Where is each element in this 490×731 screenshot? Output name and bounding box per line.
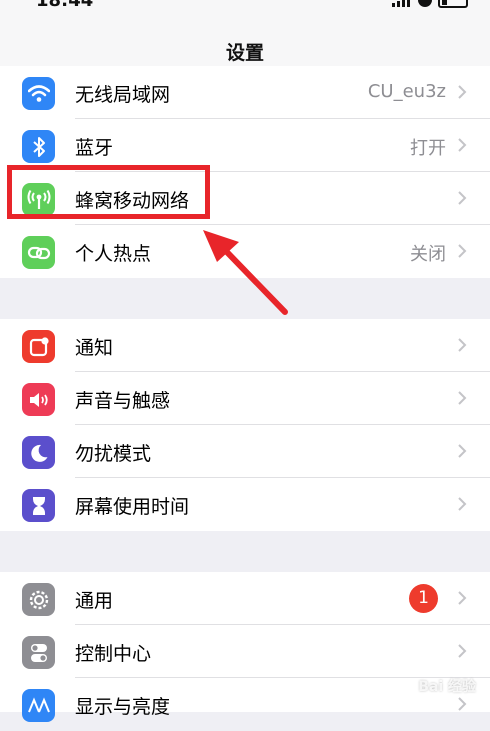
battery-icon [438, 0, 468, 8]
hourglass-icon [22, 489, 55, 522]
status-time: 18:44 [36, 0, 94, 11]
chevron-right-icon [458, 138, 467, 152]
watermark: Bai 经验 [418, 679, 476, 695]
row-label: 显示与亮度 [75, 696, 171, 718]
row-value: CU_eu3z [367, 81, 446, 102]
row-display-brightness[interactable]: 显示与亮度 [0, 678, 490, 731]
page-title: 设置 [225, 42, 264, 64]
row-do-not-disturb[interactable]: 勿扰模式 [0, 425, 490, 478]
chevron-right-icon [458, 191, 467, 205]
row-notifications[interactable]: 通知 [0, 319, 490, 372]
row-label: 通知 [75, 337, 114, 359]
row-label: 屏幕使用时间 [75, 496, 190, 518]
notifications-icon [22, 330, 55, 363]
row-label: 勿扰模式 [75, 443, 152, 465]
chevron-right-icon [458, 444, 467, 458]
toggles-icon [22, 636, 55, 669]
row-label: 蓝牙 [75, 137, 114, 159]
chevron-right-icon [458, 497, 467, 511]
settings-group-notifications: 通知 声音与触感 勿扰模式 屏幕使用时间 [0, 319, 490, 531]
settings-group-general: 通用 1 控制中心 显示与亮度 [0, 572, 490, 722]
highlight-box [7, 165, 210, 219]
row-label: 无线局域网 [75, 84, 171, 106]
chevron-right-icon [458, 391, 467, 405]
row-control-center[interactable]: 控制中心 [0, 625, 490, 678]
annotation-arrow-icon [203, 230, 288, 315]
wifi-icon [22, 77, 55, 110]
row-label: 控制中心 [75, 643, 152, 665]
bluetooth-icon [22, 130, 55, 163]
chevron-right-icon [458, 644, 467, 658]
chevron-right-icon [458, 591, 467, 605]
row-screen-time[interactable]: 屏幕使用时间 [0, 478, 490, 531]
chevron-right-icon [458, 697, 467, 711]
row-general[interactable]: 通用 1 [0, 572, 490, 625]
row-sounds[interactable]: 声音与触感 [0, 372, 490, 425]
status-bar: 18:44 [0, 0, 490, 24]
row-wifi[interactable]: 无线局域网 CU_eu3z [0, 66, 490, 119]
row-label: 通用 [75, 590, 114, 612]
signal-icon [392, 0, 412, 7]
hotspot-link-icon [22, 236, 55, 269]
chevron-right-icon [458, 85, 467, 99]
chevron-right-icon [458, 338, 467, 352]
status-icons [392, 0, 468, 8]
row-label: 声音与触感 [75, 390, 171, 412]
speaker-icon [22, 383, 55, 416]
chevron-right-icon [458, 244, 467, 258]
moon-icon [22, 436, 55, 469]
gear-icon [22, 583, 55, 616]
display-aa-icon [22, 689, 55, 722]
row-value: 关闭 [410, 244, 446, 265]
notification-badge: 1 [409, 584, 438, 613]
row-value: 打开 [410, 138, 446, 159]
wifi-status-icon [418, 0, 432, 7]
row-label: 个人热点 [75, 243, 152, 265]
